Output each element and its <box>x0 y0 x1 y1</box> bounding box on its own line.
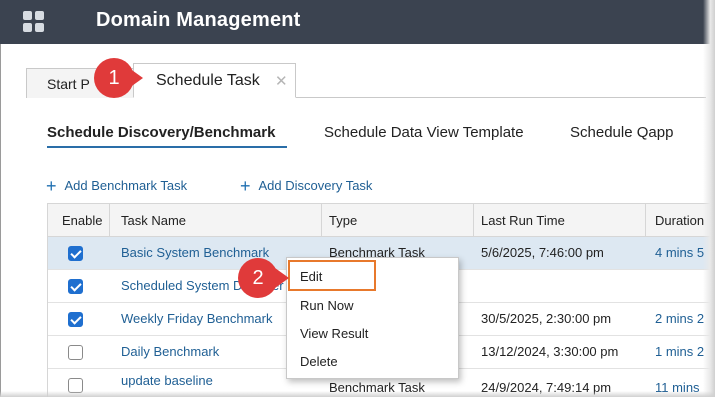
column-divider <box>473 204 474 238</box>
duration-link[interactable]: 1 mins 2 <box>655 344 704 359</box>
column-divider <box>645 204 646 238</box>
subtab-schedule-discovery-benchmark[interactable]: Schedule Discovery/Benchmark <box>47 124 275 141</box>
last-run-time: 13/12/2024, 3:30:00 pm <box>481 344 619 359</box>
step-callout-2: 2 <box>238 258 278 298</box>
app-header: Domain Management <box>0 0 715 44</box>
step-callout-1: 1 <box>94 58 134 98</box>
menu-item-view-result[interactable]: View Result <box>287 320 458 348</box>
tab-label: Schedule Task <box>156 72 260 89</box>
bottom-edge-shadow <box>0 391 715 397</box>
column-header-duration[interactable]: Duration <box>655 213 704 228</box>
plus-icon: + <box>46 176 57 196</box>
task-name-link[interactable]: update baseline <box>121 373 213 388</box>
action-label: Add Discovery Task <box>258 178 373 193</box>
active-subtab-indicator <box>47 146 287 148</box>
column-header-type[interactable]: Type <box>329 213 357 228</box>
plus-icon: + <box>240 176 251 196</box>
close-icon[interactable]: ✕ <box>275 72 288 90</box>
tab-schedule-task[interactable]: Schedule Task ✕ <box>133 63 296 98</box>
duration-link[interactable]: 4 mins 5 <box>655 245 704 260</box>
edit-highlight-box <box>288 260 376 291</box>
column-header-last-run-time[interactable]: Last Run Time <box>481 213 565 228</box>
frame-border <box>0 44 1 397</box>
action-label: Add Benchmark Task <box>64 178 188 193</box>
app-title: Domain Management <box>96 9 301 31</box>
task-name-link[interactable]: Basic System Benchmark <box>121 245 269 260</box>
table-header: Enable Task Name Type Last Run Time Dura… <box>48 203 713 238</box>
task-name-link[interactable]: Weekly Friday Benchmark <box>121 311 272 326</box>
grid-apps-icon[interactable] <box>23 11 45 33</box>
tab-label: Start P <box>47 76 90 92</box>
last-run-time: 5/6/2025, 7:46:00 pm <box>481 245 604 260</box>
subtab-schedule-qapp[interactable]: Schedule Qapp <box>570 124 673 141</box>
enable-checkbox[interactable] <box>68 279 83 294</box>
subtab-schedule-data-view-template[interactable]: Schedule Data View Template <box>324 124 524 141</box>
duration-link[interactable]: 2 mins 2 <box>655 311 704 326</box>
enable-checkbox[interactable] <box>68 246 83 261</box>
last-run-time: 30/5/2025, 2:30:00 pm <box>481 311 612 326</box>
menu-item-delete[interactable]: Delete <box>287 348 458 376</box>
column-header-enable[interactable]: Enable <box>62 213 102 228</box>
add-benchmark-task-button[interactable]: + Add Benchmark Task <box>46 174 188 196</box>
enable-checkbox[interactable] <box>68 312 83 327</box>
torn-edge-shadow <box>703 0 715 397</box>
column-divider <box>321 204 322 238</box>
enable-checkbox[interactable] <box>68 345 83 360</box>
column-header-task-name[interactable]: Task Name <box>121 213 186 228</box>
add-discovery-task-button[interactable]: + Add Discovery Task <box>240 174 373 196</box>
column-divider <box>109 204 110 238</box>
task-name-link[interactable]: Daily Benchmark <box>121 344 219 359</box>
menu-item-run-now[interactable]: Run Now <box>287 292 458 320</box>
